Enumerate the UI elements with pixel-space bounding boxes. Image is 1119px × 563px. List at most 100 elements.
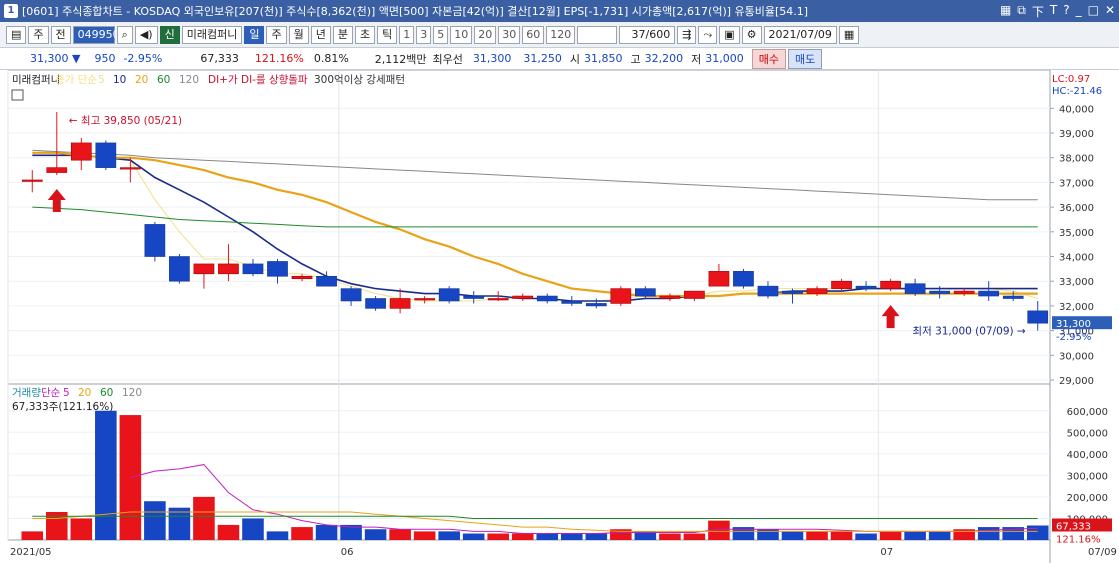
volume-bar [855,533,877,540]
layout-icon[interactable]: ▦ [1000,3,1011,20]
ask-price: 31,300 [472,52,512,65]
stock-name: 미래컴퍼니 [181,25,243,44]
price-change-pct: -2.95% [123,52,163,65]
link-icon[interactable]: ⇶ [677,25,697,44]
period-day[interactable]: 일 [244,25,265,44]
volume-bar [659,533,681,540]
period-month[interactable]: 월 [288,25,309,44]
volume-bar [364,529,387,540]
calendar-icon[interactable]: ▦ [838,25,860,44]
minute-5[interactable]: 5 [433,25,449,44]
volume-bar [781,531,804,540]
minute-120[interactable]: 120 [546,25,576,44]
minute-3[interactable]: 3 [416,25,432,44]
stock-badge: 신 [159,25,180,44]
price-tick-label: 37,000 [1059,178,1094,189]
stock-code-input[interactable]: 049950 [72,25,120,44]
volume-legend-item: 거래량 [12,387,41,399]
custom-interval-input[interactable] [577,25,618,44]
last-pct-tag: -2.95% [1056,332,1091,343]
draw-icon[interactable]: ⤳ [698,25,718,44]
x-axis-label: 07 [880,547,893,558]
minute-20[interactable]: 20 [474,25,497,44]
candle-body [1027,310,1049,324]
volume-bar [585,533,608,540]
minute-30[interactable]: 30 [498,25,521,44]
buy-button[interactable]: 매수 [751,48,787,69]
candle-body [782,290,803,294]
candle-body [585,303,607,307]
candle-body [733,271,754,287]
volume-legend-item: 120 [122,387,142,399]
lc-label: LC:0.97 [1052,74,1090,85]
low-annotation: 최저 31,000 (07/09) → [912,326,1026,338]
help-icon[interactable]: ? [1063,3,1069,20]
volume-legend-item: 단순 [41,387,61,399]
candle-body [561,300,583,304]
gear-icon[interactable]: ⚙ [741,25,762,44]
bid-price: 31,250 [523,52,562,65]
market-select[interactable]: 주 [28,25,49,44]
maximize-icon[interactable]: □ [1088,3,1099,20]
price-legend-item: 미래컴퍼니 [12,74,60,86]
count-max: /600 [645,27,671,41]
candle-body [684,290,705,299]
candle-body [21,179,43,182]
volume-bar [315,524,338,540]
volume-bar [413,531,436,540]
minute-1[interactable]: 1 [399,25,415,44]
copy-icon[interactable]: ⧉ [1017,3,1026,20]
price-legend-item: DI+가 DI-를 상향돌파 [208,74,308,86]
price-tick-label: 33,000 [1059,277,1094,288]
last-price-tag: 31,300 [1056,319,1091,330]
low-label: 저 [691,52,702,66]
candle-body [855,285,877,289]
speaker-icon[interactable]: ◀) [134,25,158,44]
candle-body [169,256,190,282]
candle-body [193,263,215,275]
close-icon[interactable]: ✕ [1105,3,1115,20]
candle-body [291,275,313,280]
count-input[interactable]: 37/600 [619,25,676,44]
chart-area[interactable]: 40,000 39,000 38,000 37,000 36,000 35,000 34,0… [0,70,1119,563]
quote-bar: 31,300 ▼ 950 -2.95% 67,333 121.16% 0.81%… [0,48,1119,70]
sell-button[interactable]: 매도 [788,48,823,69]
title-bar: 1 [0601] 주식종합차트 - KOSDAQ 외국인보유[207(천)] 주… [0,0,1119,22]
price-legend-item: 10 [113,74,126,86]
volume-ratio: 121.16% [254,52,304,65]
period-year[interactable]: 년 [310,25,331,44]
volume-bar [560,533,583,540]
last-volume-tag: 67,333 [1056,521,1091,532]
minute-60[interactable]: 60 [522,25,545,44]
period-minute[interactable]: 분 [332,25,353,44]
grid-toggle-icon[interactable] [11,89,24,101]
chart-window: 1 [0601] 주식종합차트 - KOSDAQ 외국인보유[207(천)] 주… [0,0,1119,563]
price-tick-label: 29,000 [1059,376,1094,387]
volume-legend-item: 5 [63,387,70,399]
candle-body [806,288,828,294]
save-icon[interactable]: ▣ [719,25,740,44]
save-layout-icon[interactable]: ▤ [6,25,27,44]
price-legend-item: 20 [135,74,148,86]
pin-icon[interactable]: 下 [1032,3,1044,20]
minute-10[interactable]: 10 [450,25,473,44]
minimize-icon[interactable]: _ [1076,3,1082,20]
text-icon[interactable]: T [1050,3,1057,20]
window-title: [0601] 주식종합차트 - KOSDAQ 외국인보유[207(천)] 주식수… [22,5,809,18]
price-tick-label: 35,000 [1059,228,1094,239]
period-week[interactable]: 주 [266,25,287,44]
window-number: 1 [4,4,18,18]
volume-bar [1026,525,1049,540]
date-input[interactable]: 2021/07/09 [763,25,837,44]
prev-button[interactable]: 전 [50,25,71,44]
volume-bar [217,524,240,540]
period-tick[interactable]: 틱 [377,25,398,44]
candle-body [340,288,362,302]
volume-bar [928,531,951,540]
price-tick-label: 38,000 [1059,154,1094,165]
period-second[interactable]: 초 [354,25,376,44]
volume-tick-label: 300,000 [1067,471,1108,482]
candle-body [267,261,288,277]
chart-toolbar: ▤ 주 전 049950 ⌕ ◀) 신 미래컴퍼니 일 주 월 년 분 초 틱 … [0,22,1119,48]
search-icon[interactable]: ⌕ [116,25,133,44]
